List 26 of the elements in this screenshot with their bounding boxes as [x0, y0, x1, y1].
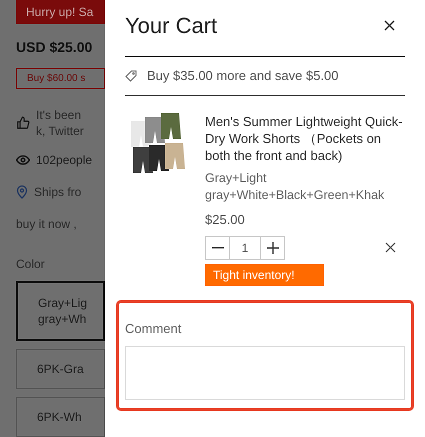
tag-icon: [125, 70, 137, 82]
product-price: USD $25.00: [16, 38, 94, 58]
variant-text: Gray+Light gray+White+Black+Green+Khak: [205, 170, 386, 204]
color-label: Color: [16, 256, 46, 273]
color-option[interactable]: Gray+Lig gray+Wh: [16, 281, 105, 341]
comment-label: Comment: [125, 320, 182, 338]
product-name: Men's Summer Lightweight Quick-Dry Work Shorts （Pockets on both the front and back): [205, 113, 404, 164]
social-text: k, Twitter: [36, 123, 84, 139]
color-option[interactable]: 6PK-Gra: [16, 349, 105, 389]
thumbs-up-icon: [16, 116, 30, 130]
shipping-text: Ships fro: [34, 184, 82, 201]
inventory-badge: Tight inventory!: [205, 264, 324, 286]
color-option[interactable]: 6PK-Wh: [16, 397, 105, 437]
location-pin-icon: [16, 185, 28, 199]
eye-icon: [16, 155, 30, 165]
close-icon[interactable]: [384, 20, 395, 30]
comment-field[interactable]: [125, 346, 405, 400]
note-text: buy it now ,: [16, 216, 78, 233]
remove-icon[interactable]: [385, 242, 396, 253]
sale-banner: Hurry up! Sa: [16, 0, 105, 24]
discount-text: Buy $35.00 more and save $5.00: [147, 67, 339, 86]
item-price: $25.00: [205, 211, 246, 229]
social-text: It's been: [36, 107, 82, 123]
offer-tag: Buy $60.00 s: [16, 68, 105, 89]
viewers-text: 102people: [36, 152, 92, 169]
cart-title: Your Cart: [125, 12, 218, 40]
